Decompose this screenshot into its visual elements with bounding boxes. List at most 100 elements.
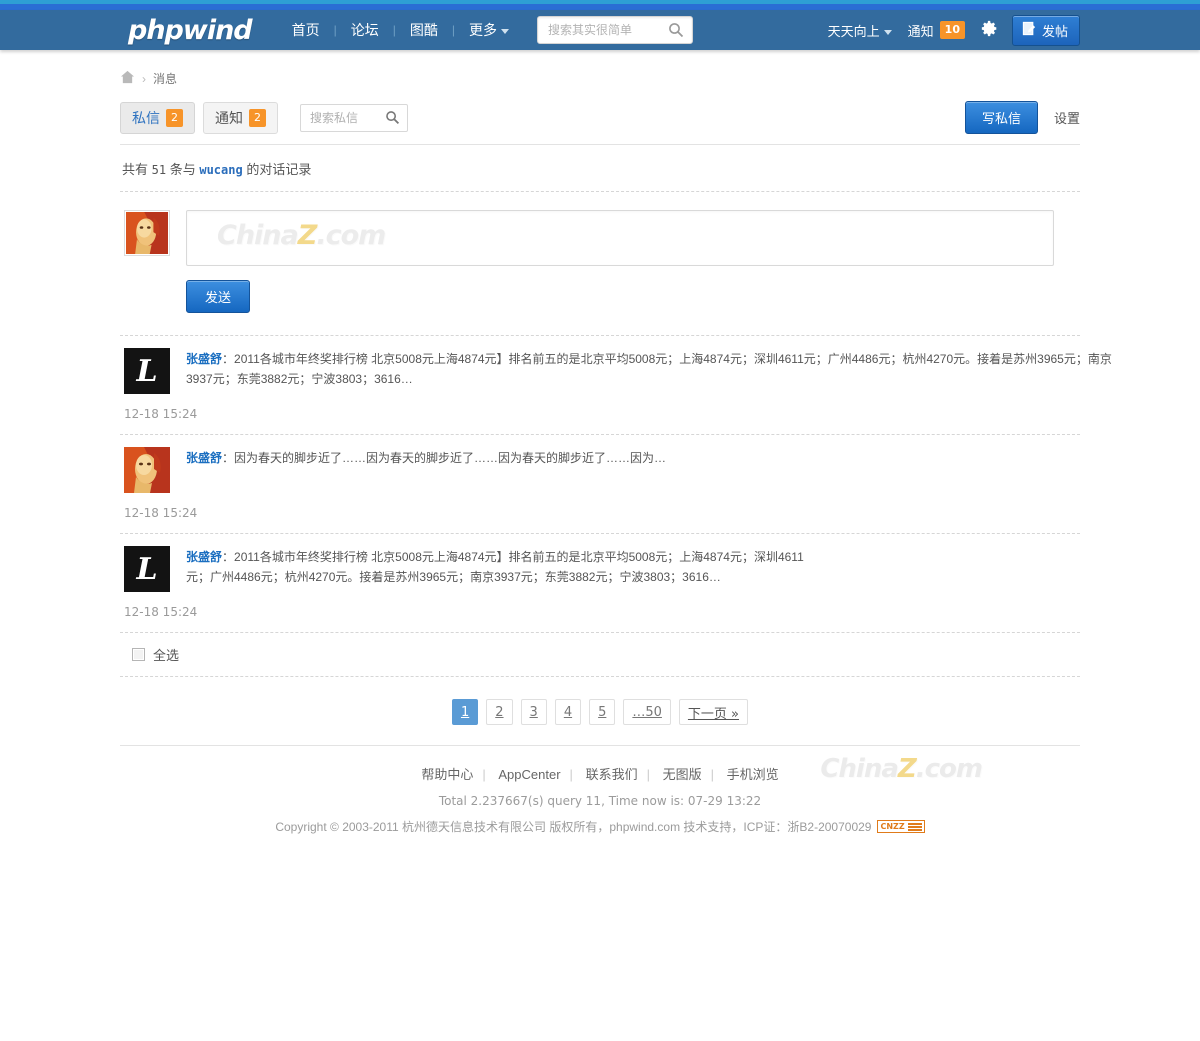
message-actions: 写私信 设置 xyxy=(964,101,1080,134)
avatar[interactable] xyxy=(124,210,170,256)
page-2[interactable]: 2 xyxy=(486,699,513,725)
message-list: L 张盛舒：2011各城市年终奖排行榜 北京5008元上海4874元】排名前五的… xyxy=(120,335,1112,677)
write-message-button[interactable]: 写私信 xyxy=(964,101,1038,134)
cnzz-bars-icon xyxy=(907,822,922,831)
chevron-down-icon xyxy=(501,28,509,34)
message-content: 2011各城市年终奖排行榜 北京5008元上海4874元】排名前五的是北京平均5… xyxy=(186,352,1112,386)
footer-divider: | xyxy=(569,767,573,782)
settings-link[interactable]: 设置 xyxy=(1054,108,1080,127)
tab-notifications[interactable]: 通知 2 xyxy=(203,101,278,134)
gear-icon[interactable] xyxy=(981,20,998,41)
message-text: 张盛舒：2011各城市年终奖排行榜 北京5008元上海4874元】排名前五的是北… xyxy=(186,547,821,587)
search-input[interactable] xyxy=(546,17,664,43)
message-colon: ： xyxy=(222,451,235,465)
tab-private-messages-count: 2 xyxy=(166,108,183,127)
message-colon: ： xyxy=(222,352,235,366)
message-textarea[interactable]: ChinaZ.com xyxy=(186,210,1054,266)
tab-notifications-label: 通知 xyxy=(215,109,243,126)
watermark-text: ChinaZ.com xyxy=(217,220,386,251)
avatar[interactable]: L xyxy=(124,348,170,394)
message-time: 12-18 15:24 xyxy=(124,506,198,520)
search-icon[interactable] xyxy=(668,22,684,41)
select-all-label: 全选 xyxy=(153,648,180,663)
breadcrumb: › 消息 xyxy=(120,50,1080,101)
page-1[interactable]: 1 xyxy=(451,699,479,725)
footer-divider: | xyxy=(710,767,714,782)
search-icon[interactable] xyxy=(385,110,400,128)
message-body: 张盛舒：因为春天的脚步近了……因为春天的脚步近了……因为春天的脚步近了……因为… xyxy=(186,447,1126,493)
nav-item-forum[interactable]: 论坛 xyxy=(337,20,393,40)
message-time: 12-18 15:24 xyxy=(124,605,198,619)
notifications-link[interactable]: 通知 xyxy=(908,21,934,40)
breadcrumb-separator: › xyxy=(142,71,146,86)
avatar-image xyxy=(126,212,168,254)
page-last[interactable]: …50 xyxy=(623,699,671,725)
footer-copyright: Copyright © 2003-2011 杭州德天信息技术有限公司 版权所有，… xyxy=(275,820,872,834)
select-all-checkbox[interactable] xyxy=(132,648,145,661)
footer-link-contact[interactable]: 联系我们 xyxy=(586,767,638,782)
tab-notifications-count: 2 xyxy=(249,108,266,127)
message-search-input[interactable] xyxy=(308,109,380,126)
list-item[interactable]: L 张盛舒：2011各城市年终奖排行榜 北京5008元上海4874元】排名前五的… xyxy=(120,336,1112,394)
list-item[interactable]: 张盛舒：因为春天的脚步近了……因为春天的脚步近了……因为春天的脚步近了……因为… xyxy=(120,435,1080,493)
message-tabbar: 私信 2 通知 2 写私信 设置 xyxy=(120,101,1080,144)
footer-stats: Total 2.237667(s) query 11, Time now is:… xyxy=(438,794,762,808)
message-content: 2011各城市年终奖排行榜 北京5008元上海4874元】排名前五的是北京平均5… xyxy=(186,550,804,584)
conversation-suffix: 的对话记录 xyxy=(246,162,312,177)
footer-watermark: ChinaZ.com xyxy=(820,754,983,784)
footer-divider: | xyxy=(482,767,486,782)
page-4[interactable]: 4 xyxy=(554,699,582,725)
site-logo[interactable]: phpwind xyxy=(128,15,253,46)
message-search[interactable] xyxy=(300,103,408,132)
page-5[interactable]: 5 xyxy=(589,699,616,725)
tab-private-messages-label: 私信 xyxy=(132,109,160,126)
compose-area: ChinaZ.com 发送 xyxy=(120,192,1080,313)
list-item[interactable]: L 张盛舒：2011各城市年终奖排行榜 北京5008元上海4874元】排名前五的… xyxy=(120,534,1080,592)
nav-item-more-label: 更多 xyxy=(469,22,497,38)
user-menu[interactable]: 天天向上 xyxy=(828,21,892,40)
breadcrumb-current: 消息 xyxy=(153,72,178,86)
message-sender[interactable]: 张盛舒 xyxy=(186,550,222,564)
select-all-row[interactable]: 全选 xyxy=(120,633,1080,676)
footer-link-mobile[interactable]: 手机浏览 xyxy=(727,767,779,782)
nav-item-gallery[interactable]: 图酷 xyxy=(396,20,452,40)
nav-item-home[interactable]: 首页 xyxy=(278,20,334,40)
home-icon[interactable] xyxy=(120,70,135,87)
tab-private-messages[interactable]: 私信 2 xyxy=(120,101,195,134)
avatar[interactable]: L xyxy=(124,546,170,592)
header-right: 天天向上 通知 10 发帖 xyxy=(828,14,1080,46)
pagination: 1 2 3 4 5 …50 下一页 » xyxy=(120,677,1080,745)
avatar-letter: L xyxy=(124,348,170,394)
message-text: 张盛舒：因为春天的脚步近了……因为春天的脚步近了……因为春天的脚步近了……因为… xyxy=(186,448,1126,468)
footer-link-textonly[interactable]: 无图版 xyxy=(663,767,702,782)
message-body: 张盛舒：2011各城市年终奖排行榜 北京5008元上海4874元】排名前五的是北… xyxy=(186,348,1126,394)
new-post-button[interactable]: 发帖 xyxy=(1011,14,1080,46)
conversation-middle: 条与 xyxy=(169,162,196,177)
header-search[interactable] xyxy=(537,16,693,44)
avatar[interactable] xyxy=(124,447,170,493)
message-sender[interactable]: 张盛舒 xyxy=(186,451,222,465)
message-sender[interactable]: 张盛舒 xyxy=(186,352,222,366)
compose-icon xyxy=(1022,21,1037,39)
cnzz-badge[interactable]: CNZZ xyxy=(877,820,925,833)
send-button[interactable]: 发送 xyxy=(186,280,251,313)
message-body: 张盛舒：2011各城市年终奖排行榜 北京5008元上海4874元】排名前五的是北… xyxy=(186,546,1080,592)
page-3[interactable]: 3 xyxy=(520,699,547,725)
new-post-label: 发帖 xyxy=(1041,23,1068,39)
conversation-prefix: 共有 xyxy=(122,162,149,177)
next-page-button[interactable]: 下一页 » xyxy=(678,699,749,725)
footer-copyright-row: Copyright © 2003-2011 杭州德天信息技术有限公司 版权所有，… xyxy=(120,818,1080,835)
cnzz-label: CNZZ xyxy=(880,822,905,831)
conversation-user[interactable]: wucang xyxy=(199,163,242,177)
main-nav: 首页 | 论坛 | 图酷 | 更多 xyxy=(278,20,523,40)
main-navbar: phpwind 首页 | 论坛 | 图酷 | 更多 天天向上 通知 10 xyxy=(0,10,1200,50)
avatar-letter: L xyxy=(124,546,170,592)
message-content: 因为春天的脚步近了……因为春天的脚步近了……因为春天的脚步近了……因为… xyxy=(234,451,667,465)
footer-link-help[interactable]: 帮助中心 xyxy=(421,767,473,782)
conversation-count: 51 xyxy=(151,163,167,177)
nav-item-more[interactable]: 更多 xyxy=(455,20,523,40)
footer: ChinaZ.com 帮助中心 | AppCenter | 联系我们 | 无图版 | 手… xyxy=(120,746,1080,835)
avatar-image xyxy=(124,447,170,493)
footer-link-appcenter[interactable]: AppCenter xyxy=(498,767,560,782)
notifications-badge: 10 xyxy=(939,21,965,39)
